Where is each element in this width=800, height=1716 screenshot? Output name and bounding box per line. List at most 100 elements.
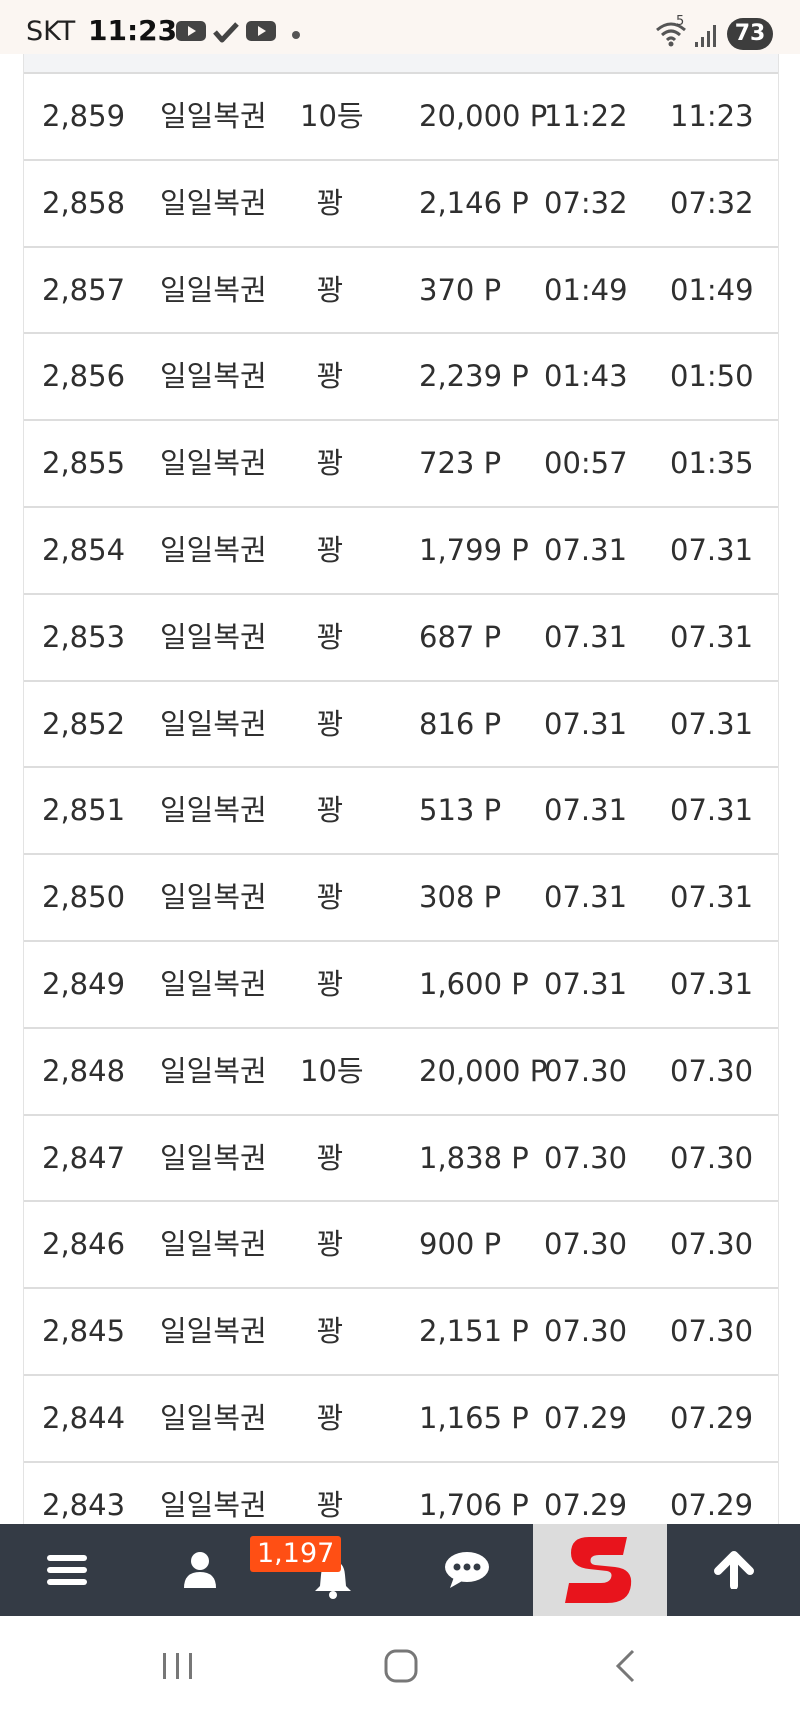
prize-rank: 꽝 xyxy=(316,185,344,220)
table-row[interactable]: 2,852 일일복권 꽝 816 P 07.31 07.31 xyxy=(24,682,778,769)
entry-number: 2,847 xyxy=(42,1140,126,1175)
table-row[interactable]: 2,851 일일복권 꽝 513 P 07.31 07.31 xyxy=(24,768,778,856)
scroll-top-button[interactable] xyxy=(667,1524,800,1616)
entry-number: 2,851 xyxy=(42,793,126,828)
end-time: 07.31 xyxy=(670,793,754,828)
prize-rank: 꽝 xyxy=(316,532,344,567)
table-row[interactable]: 2,855 일일복권 꽝 723 P 00:57 01:35 xyxy=(24,421,778,508)
lottery-name: 일일복권 xyxy=(160,359,267,394)
start-time: 07.31 xyxy=(544,880,628,915)
lottery-name: 일일복권 xyxy=(160,446,267,481)
home-button[interactable] xyxy=(361,1636,441,1696)
table-row[interactable]: 2,857 일일복권 꽝 370 P 01:49 01:49 xyxy=(24,248,778,335)
lottery-name: 일일복권 xyxy=(160,1314,267,1349)
entry-number: 2,853 xyxy=(42,619,126,654)
end-time: 07.30 xyxy=(670,1314,754,1349)
site-logo xyxy=(565,1537,632,1603)
site-logo-button[interactable] xyxy=(533,1524,667,1616)
wifi-label: 5 xyxy=(676,14,685,29)
table-row[interactable]: 2,850 일일복권 꽝 308 P 07.31 07.31 xyxy=(24,855,778,942)
prize-rank: 꽝 xyxy=(316,1400,344,1435)
prize-points: 1,600 P xyxy=(419,966,529,1001)
dot-icon xyxy=(292,31,300,39)
prize-points: 20,000 P xyxy=(419,99,548,133)
start-time: 01:43 xyxy=(544,359,628,394)
lottery-name: 일일복권 xyxy=(160,272,267,307)
entry-number: 2,848 xyxy=(42,1053,126,1088)
table-row[interactable]: 2,859 일일복권 10등 20,000 P 11:22 11:23 xyxy=(24,74,778,161)
prize-rank: 꽝 xyxy=(316,359,344,394)
start-time: 07.30 xyxy=(544,1314,628,1349)
prize-points: 2,151 P xyxy=(419,1314,529,1349)
start-time: 07.30 xyxy=(544,1227,628,1262)
lottery-name: 일일복권 xyxy=(160,1053,267,1088)
table-row[interactable]: 2,847 일일복권 꽝 1,838 P 07.30 07.30 xyxy=(24,1116,778,1203)
prize-points: 687 P xyxy=(419,619,502,654)
end-time: 07.29 xyxy=(670,1487,754,1522)
entry-number: 2,852 xyxy=(42,706,126,741)
prize-rank: 꽝 xyxy=(316,706,344,741)
lottery-name: 일일복권 xyxy=(160,1400,267,1435)
table-row[interactable]: 2,843 일일복권 꽝 1,706 P 07.29 07.29 xyxy=(24,1463,778,1524)
profile-button[interactable] xyxy=(133,1524,266,1616)
prize-rank: 꽝 xyxy=(316,1140,344,1175)
prize-points: 723 P xyxy=(419,446,502,481)
youtube-icon xyxy=(246,20,276,46)
lottery-history-table: 2,859 일일복권 10등 20,000 P 11:22 11:23 2,858 일일복권 꽝… xyxy=(23,54,779,1524)
table-row[interactable]: 2,853 일일복권 꽝 687 P 07.31 07.31 xyxy=(24,595,778,682)
youtube-icon xyxy=(176,20,206,46)
check-icon xyxy=(212,20,240,48)
prize-points: 816 P xyxy=(419,706,502,741)
status-bar: SKT 11:23 5 73 xyxy=(0,0,800,54)
prize-points: 2,239 P xyxy=(419,359,529,394)
lottery-name: 일일복권 xyxy=(160,793,267,828)
table-row[interactable]: 2,846 일일복권 꽝 900 P 07.30 07.30 xyxy=(24,1202,778,1290)
start-time: 07.31 xyxy=(544,532,628,567)
table-row[interactable]: 2,844 일일복권 꽝 1,165 P 07.29 07.29 xyxy=(24,1376,778,1463)
table-row[interactable]: 2,845 일일복권 꽝 2,151 P 07.30 07.30 xyxy=(24,1289,778,1376)
end-time: 07.30 xyxy=(670,1053,754,1088)
prize-rank: 꽝 xyxy=(316,272,344,307)
lottery-name: 일일복권 xyxy=(160,99,267,133)
carrier-label: SKT xyxy=(26,16,76,47)
notification-count-badge: 1,197 xyxy=(250,1536,342,1572)
entry-number: 2,844 xyxy=(42,1400,126,1435)
entry-number: 2,858 xyxy=(42,185,126,220)
table-row[interactable]: 2,849 일일복권 꽝 1,600 P 07.31 07.31 xyxy=(24,942,778,1029)
home-icon xyxy=(384,1649,418,1683)
start-time: 07.31 xyxy=(544,619,628,654)
prize-rank: 꽝 xyxy=(316,793,344,828)
lottery-name: 일일복권 xyxy=(160,1487,267,1522)
start-time: 07.31 xyxy=(544,966,628,1001)
end-time: 07.31 xyxy=(670,532,754,567)
lottery-name: 일일복권 xyxy=(160,532,267,567)
table-row[interactable]: 2,848 일일복권 10등 20,000 P 07.30 07.30 xyxy=(24,1029,778,1116)
menu-icon xyxy=(46,1555,87,1585)
recent-apps-button[interactable] xyxy=(138,1636,218,1696)
end-time: 07.31 xyxy=(670,706,754,741)
wifi-icon xyxy=(654,18,690,52)
table-row[interactable]: 2,856 일일복권 꽝 2,239 P 01:43 01:50 xyxy=(24,334,778,422)
back-button[interactable] xyxy=(585,1636,665,1696)
user-icon xyxy=(183,1552,216,1588)
entry-number: 2,856 xyxy=(42,359,126,394)
prize-points: 900 P xyxy=(419,1227,502,1262)
lottery-name: 일일복권 xyxy=(160,619,267,654)
end-time: 11:23 xyxy=(670,99,754,133)
menu-button[interactable] xyxy=(0,1524,133,1616)
end-time: 01:49 xyxy=(670,272,754,307)
entry-number: 2,843 xyxy=(42,1487,126,1522)
lottery-name: 일일복권 xyxy=(160,966,267,1001)
table-row[interactable]: 2,858 일일복권 꽝 2,146 P 07:32 07:32 xyxy=(24,161,778,248)
lottery-name: 일일복권 xyxy=(160,185,267,220)
end-time: 07.31 xyxy=(670,619,754,654)
entry-number: 2,845 xyxy=(42,1314,126,1349)
prize-rank: 꽝 xyxy=(316,880,344,915)
chat-icon xyxy=(444,1552,489,1588)
entry-number: 2,854 xyxy=(42,532,126,567)
start-time: 07.30 xyxy=(544,1053,628,1088)
table-row[interactable]: 2,854 일일복권 꽝 1,799 P 07.31 07.31 xyxy=(24,508,778,595)
prize-points: 1,706 P xyxy=(419,1487,529,1522)
chat-button[interactable] xyxy=(400,1524,533,1616)
end-time: 07.30 xyxy=(670,1140,754,1175)
